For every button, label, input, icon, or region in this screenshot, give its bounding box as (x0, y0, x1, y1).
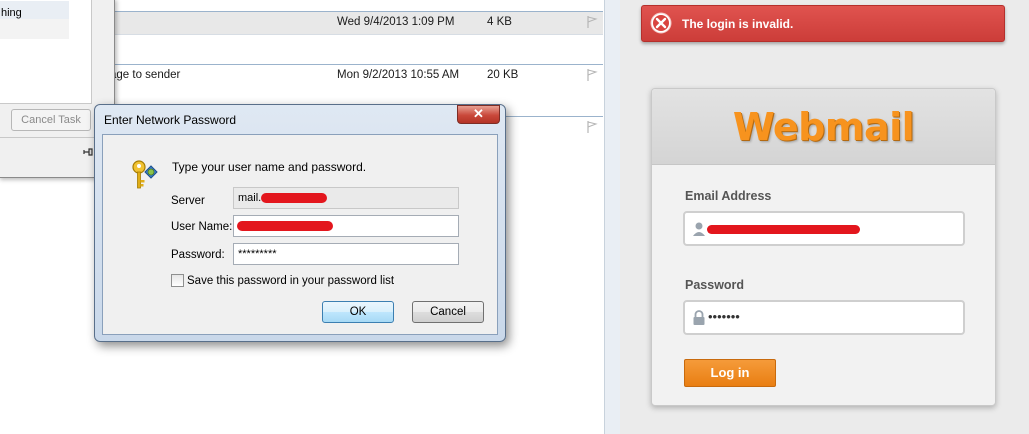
username-label: User Name: (171, 221, 233, 233)
close-icon: ✕ (473, 106, 484, 121)
mail-size: 20 KB (487, 69, 519, 81)
mail-row[interactable]: age to sender Mon 9/2/2013 10:55 AM 20 K… (110, 64, 603, 87)
password-label: Password (685, 278, 745, 292)
task-row[interactable]: hing (0, 1, 69, 19)
password-input[interactable]: ********* (233, 243, 459, 265)
flag-icon[interactable] (585, 15, 599, 29)
server-value: mail. (238, 192, 262, 204)
password-input[interactable]: ••••••• (683, 300, 965, 335)
close-button[interactable]: ✕ (457, 105, 500, 124)
task-row[interactable] (0, 19, 69, 39)
error-icon (650, 12, 672, 34)
keys-icon (132, 160, 158, 189)
username-input[interactable] (233, 215, 459, 237)
password-value: ********* (238, 248, 277, 260)
webmail-logo: Webmail (732, 105, 915, 149)
mail-subject: age to sender (110, 69, 181, 81)
task-row-text: hing (1, 7, 22, 19)
password-label: Password: (171, 249, 225, 261)
server-label: Server (171, 195, 205, 207)
network-password-dialog: Enter Network Password ✕ Type your user … (94, 104, 506, 342)
error-banner: The login is invalid. (641, 5, 1005, 42)
pane-divider (604, 0, 621, 434)
redaction-mark (261, 193, 327, 203)
task-list: hing (0, 0, 92, 104)
save-password-checkbox[interactable] (171, 274, 184, 287)
ok-button[interactable]: OK (322, 301, 394, 323)
cancel-button[interactable]: Cancel (412, 301, 484, 323)
cancel-task-button[interactable]: Cancel Task (11, 109, 91, 131)
dialog-prompt: Type your user name and password. (172, 160, 367, 174)
login-button[interactable]: Log in (684, 359, 776, 387)
redaction-mark (707, 225, 860, 234)
login-header: Webmail (652, 89, 995, 165)
lock-icon (693, 310, 705, 325)
dialog-body: Type your user name and password. Server… (102, 134, 498, 335)
email-label: Email Address (685, 189, 772, 203)
flag-icon[interactable] (585, 120, 599, 134)
webmail-pane: The login is invalid. Webmail Email Addr… (620, 0, 1029, 434)
login-box: Webmail Email Address Password ••••••• L… (651, 88, 996, 406)
error-message: The login is invalid. (682, 17, 794, 31)
dialog-title: Enter Network Password (104, 113, 237, 127)
email-input[interactable] (683, 211, 965, 246)
mail-date: Wed 9/4/2013 1:09 PM (337, 16, 455, 28)
server-field: mail. (233, 187, 459, 209)
save-password-label[interactable]: Save this password in your password list (187, 275, 394, 287)
user-icon (693, 222, 705, 236)
mail-size: 4 KB (487, 16, 512, 28)
password-value: ••••••• (708, 309, 740, 324)
mail-row[interactable]: Wed 9/4/2013 1:09 PM 4 KB (115, 11, 603, 35)
flag-icon[interactable] (585, 68, 599, 82)
redaction-mark (237, 221, 333, 231)
mail-date: Mon 9/2/2013 10:55 AM (337, 69, 460, 81)
pin-icon[interactable] (83, 147, 93, 157)
